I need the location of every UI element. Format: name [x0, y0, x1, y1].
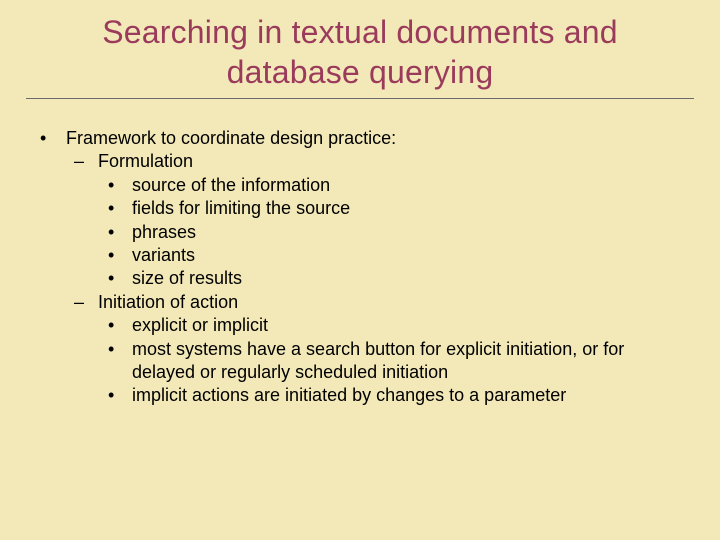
- list-item: source of the information: [132, 174, 680, 197]
- bullet-level3: •: [108, 221, 132, 244]
- bullet-level1: •: [40, 127, 66, 150]
- list-item: most systems have a search button for ex…: [132, 338, 680, 385]
- list-item: variants: [132, 244, 680, 267]
- bullet-level2: –: [74, 291, 98, 314]
- section-label: Initiation of action: [98, 291, 238, 314]
- section-label: Formulation: [98, 150, 193, 173]
- bullet-level3: •: [108, 244, 132, 267]
- list-item: explicit or implicit: [132, 314, 680, 337]
- list-item: fields for limiting the source: [132, 197, 680, 220]
- bullet-level2: –: [74, 150, 98, 173]
- slide-title: Searching in textual documents and datab…: [40, 12, 680, 92]
- bullet-level3: •: [108, 338, 132, 361]
- list-item: phrases: [132, 221, 680, 244]
- list-item: size of results: [132, 267, 680, 290]
- bullet-level3: •: [108, 314, 132, 337]
- content-area: • Framework to coordinate design practic…: [0, 99, 720, 408]
- main-heading: Framework to coordinate design practice:: [66, 127, 396, 150]
- bullet-level3: •: [108, 197, 132, 220]
- bullet-level3: •: [108, 267, 132, 290]
- list-item: implicit actions are initiated by change…: [132, 384, 680, 407]
- bullet-level3: •: [108, 174, 132, 197]
- bullet-level3: •: [108, 384, 132, 407]
